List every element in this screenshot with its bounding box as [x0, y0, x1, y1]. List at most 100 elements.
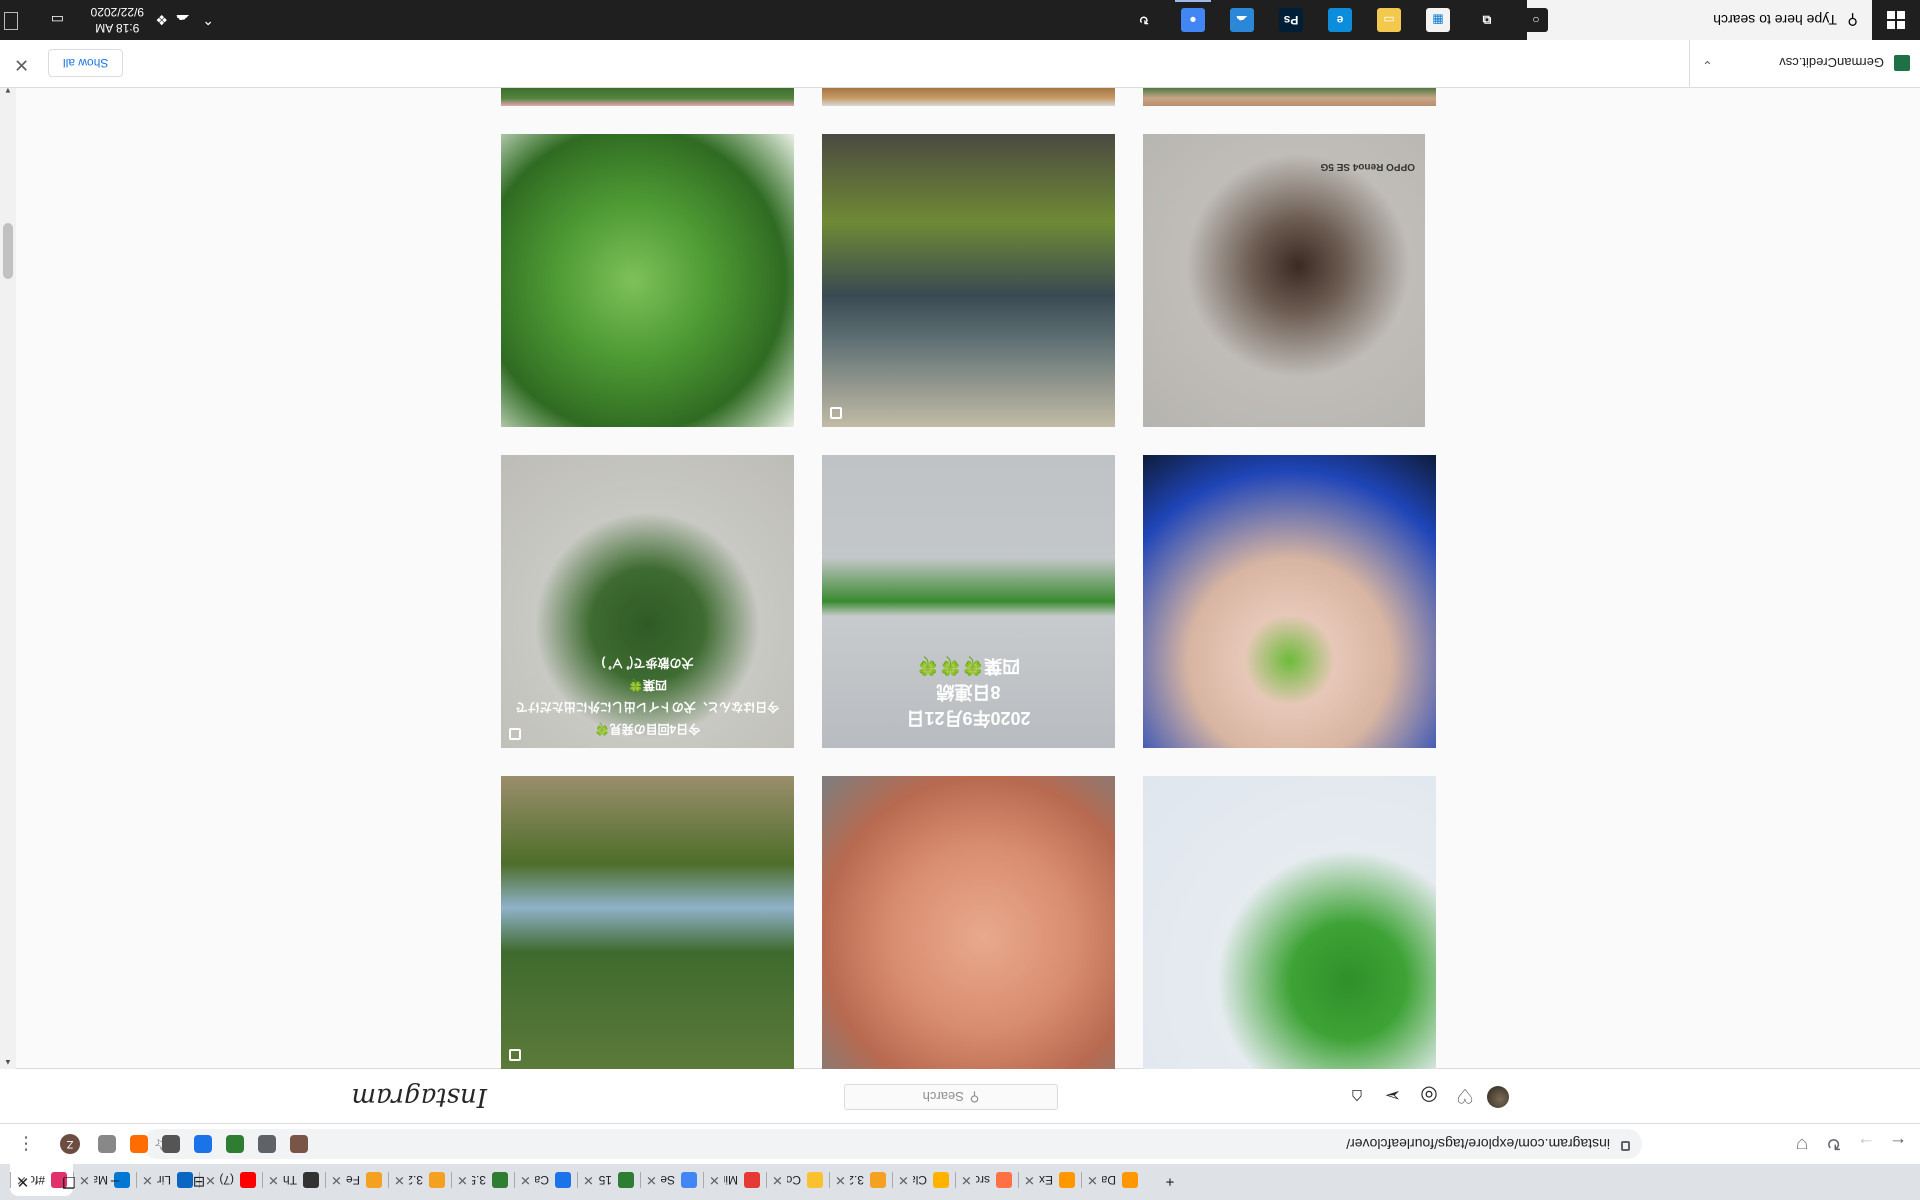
browser-tab[interactable]: Copy✕: [766, 1164, 829, 1196]
chevron-up-icon[interactable]: ⌃: [202, 11, 214, 28]
scroll-up-arrow-icon[interactable]: ▲: [4, 1058, 12, 1067]
tab-separator: [955, 1172, 956, 1188]
tab-close-icon[interactable]: ✕: [142, 1172, 153, 1188]
explore-photo-tile[interactable]: 今日4回目の発見🍀 今日はなんと、犬のトイレ出しに外に出ただけで 四葉🍀 犬の散歩で(…: [501, 455, 794, 748]
tab-close-icon[interactable]: ✕: [583, 1172, 594, 1188]
tab-close-icon[interactable]: ✕: [1087, 1172, 1098, 1188]
explore-photo-tile[interactable]: [501, 88, 794, 106]
instagram-logo[interactable]: Instagram: [351, 1082, 487, 1112]
explore-photo-tile[interactable]: [501, 776, 794, 1069]
restore-window-icon[interactable]: ❐: [46, 1164, 92, 1200]
explore-photo-tile[interactable]: [822, 88, 1115, 106]
browser-tab[interactable]: Data✕: [1081, 1164, 1144, 1196]
clock-time: 9:18 AM: [95, 21, 140, 35]
scrollbar-thumb[interactable]: [3, 223, 13, 279]
browser-extension-icon[interactable]: [194, 1135, 212, 1153]
photoshop-icon[interactable]: Ps: [1279, 8, 1303, 32]
page-scrollbar[interactable]: ▲ ▼: [0, 84, 16, 1069]
tab-close-icon[interactable]: ✕: [646, 1172, 657, 1188]
ubuntu-refresh-icon[interactable]: ↻: [1132, 8, 1156, 32]
close-window-icon[interactable]: ✕: [0, 1164, 46, 1200]
profile-avatar-button[interactable]: Z: [60, 1134, 80, 1154]
tab-close-icon[interactable]: ✕: [1024, 1172, 1035, 1188]
onedrive-photos-icon[interactable]: ☁: [1230, 8, 1254, 32]
browser-tab[interactable]: Class ✕: [892, 1164, 955, 1196]
tab-close-icon[interactable]: ✕: [394, 1172, 405, 1188]
browser-tab[interactable]: 3.2.4 ✕: [829, 1164, 892, 1196]
cortana-icon[interactable]: ○: [1524, 8, 1548, 32]
browser-tab[interactable]: Searc✕: [640, 1164, 703, 1196]
tab-close-icon[interactable]: ✕: [961, 1172, 972, 1188]
taskbar-search-placeholder: Type here to search: [1713, 12, 1837, 28]
tab-close-icon[interactable]: ✕: [457, 1172, 468, 1188]
activity-heart-icon[interactable]: ♡: [1453, 1084, 1477, 1108]
browser-tab[interactable]: 3.2.4 ✕: [388, 1164, 451, 1196]
tab-title: Copy: [786, 1173, 801, 1187]
show-all-button[interactable]: Show all: [48, 49, 124, 77]
instagram-search-input[interactable]: ⚲ Search: [844, 1084, 1058, 1110]
browser-extension-icon[interactable]: [130, 1135, 148, 1153]
browser-tab[interactable]: The I✕: [262, 1164, 325, 1196]
browser-tab[interactable]: 1585 ✕: [577, 1164, 640, 1196]
windows-start-button[interactable]: [1872, 0, 1920, 40]
download-item[interactable]: GermanCredit.csv ⌄: [1689, 39, 1920, 87]
tab-close-icon[interactable]: ✕: [898, 1172, 909, 1188]
explore-photo-tile[interactable]: [822, 134, 1115, 427]
show-desktop-button[interactable]: [4, 12, 18, 30]
new-tab-button[interactable]: +: [1155, 1164, 1185, 1200]
dropbox-icon[interactable]: ❖: [155, 11, 168, 28]
explore-photo-tile[interactable]: [501, 134, 794, 427]
chrome-icon[interactable]: ●: [1181, 8, 1205, 32]
close-icon[interactable]: ✕: [14, 54, 29, 75]
taskbar-clock[interactable]: 9:18 AM 9/22/2020: [91, 4, 144, 36]
home-icon[interactable]: ⌂: [1345, 1084, 1369, 1108]
browser-menu-icon[interactable]: ⋮: [12, 1130, 40, 1158]
explore-icon[interactable]: ◎: [1417, 1084, 1441, 1108]
explore-photo-tile[interactable]: 2020年9月21日 8日連続 四葉🍀🍀🍀: [822, 455, 1115, 748]
tab-close-icon[interactable]: ✕: [331, 1172, 342, 1188]
browser-tab[interactable]: 3.5 C ✕: [451, 1164, 514, 1196]
browser-tab[interactable]: src/C ✕: [955, 1164, 1018, 1196]
explore-photo-tile[interactable]: [1143, 88, 1436, 106]
file-explorer-icon[interactable]: ▭: [1377, 8, 1401, 32]
browser-tab[interactable]: Mini- ✕: [703, 1164, 766, 1196]
explore-photo-tile[interactable]: [1143, 455, 1436, 748]
ms-store-icon[interactable]: ▦: [1426, 8, 1450, 32]
onedrive-icon[interactable]: ☁: [176, 11, 190, 28]
reload-icon[interactable]: ↻: [1820, 1130, 1848, 1158]
browser-extension-icon[interactable]: [258, 1135, 276, 1153]
photo-overlay-text: 四葉🍀🍀🍀: [916, 656, 1021, 676]
tab-search-icon[interactable]: ⊟: [176, 1164, 222, 1200]
direct-icon[interactable]: ➢: [1381, 1084, 1405, 1108]
tab-separator: [325, 1172, 326, 1188]
tab-close-icon[interactable]: ✕: [835, 1172, 846, 1188]
tab-close-icon[interactable]: ✕: [772, 1172, 783, 1188]
browser-tab[interactable]: Caps✕: [514, 1164, 577, 1196]
explore-photo-tile[interactable]: [1143, 776, 1436, 1069]
minimize-icon[interactable]: –: [92, 1164, 138, 1200]
forward-icon[interactable]: →: [1852, 1130, 1880, 1158]
photo-overlay-text: 8日連続: [936, 682, 1001, 702]
tab-separator: [1018, 1172, 1019, 1188]
tab-close-icon[interactable]: ✕: [520, 1172, 531, 1188]
edge-icon[interactable]: e: [1328, 8, 1352, 32]
tab-title: Data: [1101, 1173, 1116, 1187]
browser-tab[interactable]: Expe✕: [1018, 1164, 1081, 1196]
browser-extension-icon[interactable]: [226, 1135, 244, 1153]
chevron-down-icon[interactable]: ⌄: [1702, 57, 1713, 73]
back-icon[interactable]: ←: [1884, 1130, 1912, 1158]
taskbar-search-box[interactable]: ⚲ Type here to search: [1527, 0, 1872, 40]
browser-extension-icon[interactable]: [98, 1135, 116, 1153]
browser-extension-icon[interactable]: [162, 1135, 180, 1153]
browser-tab[interactable]: Featu✕: [325, 1164, 388, 1196]
shield-extension-icon[interactable]: ⛉: [1788, 1130, 1816, 1158]
explore-photo-tile[interactable]: [822, 776, 1115, 1069]
profile-avatar[interactable]: [1487, 1086, 1509, 1108]
browser-extension-icon[interactable]: [290, 1135, 308, 1153]
address-bar[interactable]: instagram.com/explore/tags/fourleafclove…: [142, 1129, 1642, 1159]
explore-photo-tile[interactable]: OPPO Reno4 SE 5G: [1143, 134, 1425, 427]
task-view-icon[interactable]: ⧉: [1475, 8, 1499, 32]
notification-icon[interactable]: ▭: [51, 11, 64, 28]
tab-close-icon[interactable]: ✕: [709, 1172, 720, 1188]
tab-close-icon[interactable]: ✕: [268, 1172, 279, 1188]
